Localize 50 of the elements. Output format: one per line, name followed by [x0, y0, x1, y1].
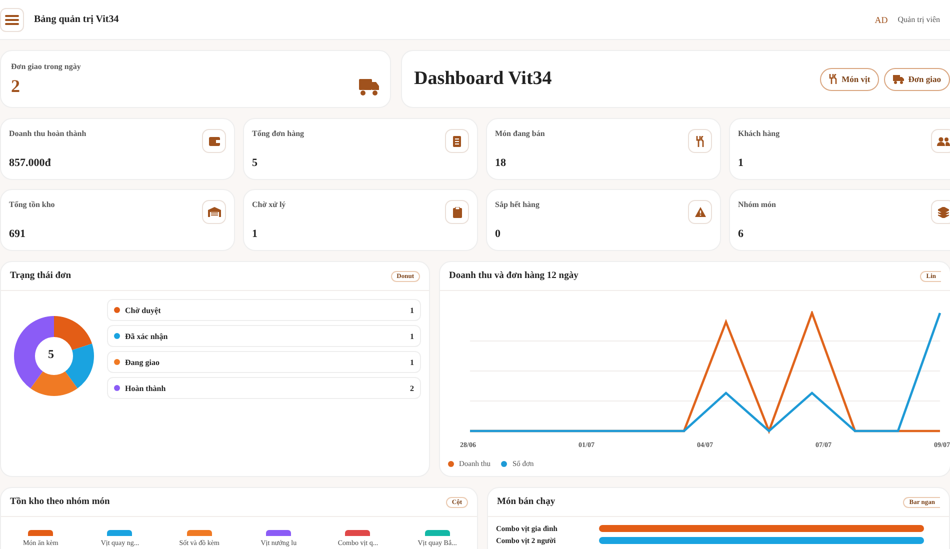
- status-label: Đã xác nhận: [125, 332, 168, 340]
- truck-icon: [893, 74, 904, 84]
- truck-icon: [356, 77, 380, 97]
- status-label: Đang giao: [125, 358, 160, 366]
- stat-value: 5: [252, 157, 258, 169]
- stat-label: Món đang bán: [495, 129, 545, 138]
- user-initials: AD: [874, 14, 888, 24]
- stat-value: 1: [252, 228, 258, 240]
- panel-title: Trạng thái đơn: [10, 271, 72, 281]
- stat-value: 857.000đ: [9, 157, 52, 169]
- utensils-icon: [696, 136, 704, 146]
- layers-icon: [938, 206, 948, 218]
- stat-value: 6: [738, 228, 744, 240]
- stat-label: Khách hàng: [738, 129, 780, 138]
- panel-title: Tồn kho theo nhóm món: [10, 497, 110, 507]
- status-count: 1: [410, 332, 414, 340]
- stat-label: Sắp hết hàng: [495, 200, 540, 209]
- stat-value: 691: [9, 228, 26, 240]
- status-label: Chờ duyệt: [125, 306, 161, 314]
- receipt-icon: [453, 136, 461, 146]
- stat-value: 0: [495, 228, 502, 240]
- panel-title: Món bán chạy: [497, 497, 556, 507]
- stat-value: 1: [738, 157, 744, 169]
- page-title: Bảng quản trị Vit34: [34, 14, 119, 25]
- stat-label: Tổng đơn hàng: [252, 129, 304, 138]
- menu-icon: [5, 14, 19, 26]
- user-role: Quản trị viên: [898, 15, 940, 24]
- dashboard-title: Dashboard Vit34: [414, 68, 552, 90]
- card-value: 2: [11, 76, 21, 97]
- panel-title: Doanh thu và đơn hàng 12 ngày: [449, 271, 578, 281]
- donut-total: 5: [48, 347, 54, 362]
- users-icon: [936, 136, 950, 146]
- nav-button[interactable]: Món vịt: [820, 68, 880, 90]
- status-label: Hoàn thành: [125, 384, 166, 392]
- stat-label: Chờ xử lý: [252, 200, 286, 209]
- stat-label: Tổng tồn kho: [9, 200, 55, 209]
- wallet-icon: [208, 136, 220, 146]
- warning-icon: [694, 207, 706, 217]
- stat-label: Nhóm món: [738, 200, 776, 209]
- nav-button[interactable]: Đơn giao: [884, 68, 950, 90]
- card-label: Đơn giao trong ngày: [11, 62, 81, 71]
- menu-button[interactable]: [0, 8, 24, 32]
- stat-value: 18: [495, 157, 507, 169]
- stat-label: Doanh thu hoàn thành: [9, 129, 86, 138]
- status-count: 2: [410, 384, 414, 392]
- status-count: 1: [410, 306, 414, 314]
- clipboard-icon: [452, 206, 462, 218]
- status-count: 1: [410, 358, 414, 366]
- utensils-icon: [828, 74, 838, 84]
- warehouse-icon: [208, 207, 220, 217]
